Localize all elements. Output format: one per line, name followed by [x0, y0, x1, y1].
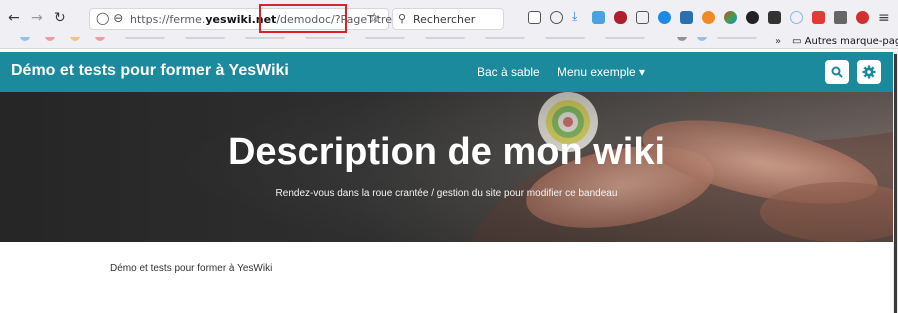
extension-icon[interactable] [658, 11, 671, 24]
back-icon[interactable]: ← [8, 9, 20, 27]
hero-title: Description de mon wiki [227, 131, 666, 173]
search-bar[interactable]: ⚲ Rechercher [392, 8, 504, 30]
bookmarks-list [5, 37, 765, 49]
search-icon [831, 66, 843, 78]
menu-icon[interactable]: ≡ [878, 9, 890, 27]
bookmark-item[interactable] [125, 37, 165, 39]
nav-link-bac-a-sable[interactable]: Bac à sable [477, 65, 540, 79]
bookmark-icon[interactable] [70, 37, 80, 41]
extension-icon[interactable] [790, 11, 803, 24]
search-icon: ⚲ [398, 12, 407, 25]
bookmark-item[interactable] [545, 37, 585, 39]
hero-subtitle: Rendez-vous dans la roue crantée / gesti… [275, 188, 618, 199]
bookmark-item[interactable] [717, 37, 757, 39]
shield-lock-icon: ◯ ⊖ [96, 11, 124, 25]
extension-icon[interactable] [680, 11, 693, 24]
extension-icon[interactable] [636, 11, 649, 24]
extension-icon[interactable] [592, 11, 605, 24]
extension-icon[interactable] [724, 11, 737, 24]
bookmarks-overflow-icon[interactable]: » [775, 36, 781, 47]
gear-icon [862, 65, 876, 79]
extension-icon[interactable] [528, 11, 541, 24]
extension-icon[interactable] [702, 11, 715, 24]
bookmark-item[interactable] [425, 37, 465, 39]
hero-banner: Description de mon wiki Rendez-vous dans… [0, 92, 893, 242]
folder-icon: ▭ [792, 36, 802, 47]
extension-icon[interactable] [856, 11, 869, 24]
page-content-text: Démo et tests pour former à YesWiki [110, 263, 273, 274]
reload-icon[interactable]: ↻ [54, 9, 66, 27]
bookmarks-bar: » ▭ Autres marque-pages [0, 36, 898, 49]
scrollbar-thumb[interactable] [894, 54, 897, 313]
bookmark-item[interactable] [605, 37, 645, 39]
extension-icon[interactable] [812, 11, 825, 24]
site-title[interactable]: Démo et tests pour former à YesWiki [11, 62, 289, 80]
pocket-icon[interactable] [550, 11, 563, 24]
bookmark-item[interactable] [245, 37, 285, 39]
url-highlight-annotation [259, 4, 347, 33]
forward-icon[interactable]: → [31, 9, 43, 27]
bookmark-icon[interactable] [20, 37, 30, 41]
nav-link-menu-exemple[interactable]: Menu exemple ▾ [557, 65, 645, 79]
search-button[interactable] [825, 60, 849, 84]
extension-icon[interactable] [834, 11, 847, 24]
settings-button[interactable] [857, 60, 881, 84]
extension-icon[interactable] [746, 11, 759, 24]
ublock-icon[interactable] [614, 11, 627, 24]
search-placeholder: Rechercher [413, 13, 476, 26]
bookmark-item[interactable] [305, 37, 345, 39]
download-icon[interactable]: ⤓ [572, 9, 577, 23]
site-navbar: Démo et tests pour former à YesWiki Bac … [0, 52, 893, 92]
bookmark-item[interactable] [365, 37, 405, 39]
bookmark-item[interactable] [185, 37, 225, 39]
extension-icon[interactable] [768, 11, 781, 24]
bookmark-icon[interactable] [697, 37, 707, 41]
bookmark-star-icon[interactable]: ☆ [368, 11, 380, 26]
bookmark-item[interactable] [485, 37, 525, 39]
bookmark-icon[interactable] [45, 37, 55, 41]
other-bookmarks-label: Autres marque-pages [804, 36, 898, 47]
browser-toolbar: ← → ↻ ◯ ⊖ https://ferme.yeswiki.net/demo… [0, 0, 898, 37]
bookmark-icon[interactable] [677, 37, 687, 41]
other-bookmarks[interactable]: ▭ Autres marque-pages [792, 36, 898, 47]
bookmark-icon[interactable] [95, 37, 105, 41]
